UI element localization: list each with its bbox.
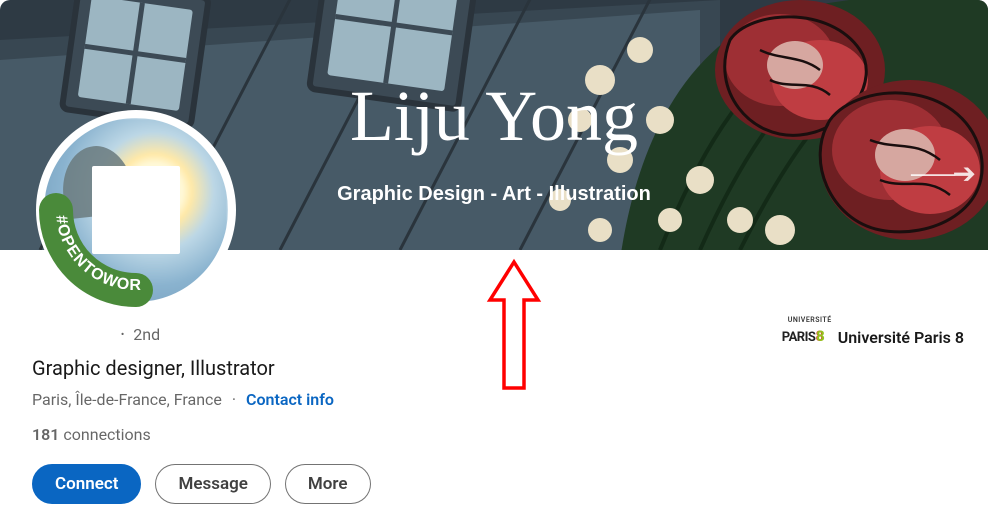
more-button[interactable]: More [285,464,371,504]
profile-card: Liju Yong Graphic Design - Art - Illustr… [0,0,988,519]
svg-text:Graphic Design - Art - Illustr: Graphic Design - Art - Illustration [337,183,651,205]
location-row: Paris, Île-de-France, France · Contact i… [32,390,371,409]
profile-location: Paris, Île-de-France, France [32,390,222,409]
education-logo-icon: UNIVERSITÉ PARIS88 [782,326,826,348]
profile-headline: Graphic designer, Illustrator [32,356,371,380]
name-row: · 2nd [32,322,371,346]
education-name: Université Paris 8 [838,328,964,347]
location-separator: · [232,390,236,409]
profile-name [32,323,112,345]
message-button[interactable]: Message [155,464,270,504]
banner-next-arrow-icon: ⸺➔ [910,152,972,192]
connections-count: 181 [32,425,59,444]
connection-degree: 2nd [133,325,160,344]
svg-text:Liju Yong: Liju Yong [350,76,638,156]
connections-row[interactable]: 181 connections [32,425,371,444]
degree-separator: · [120,322,125,346]
profile-left-column: · 2nd Graphic designer, Illustrator Pari… [32,322,371,504]
action-buttons: Connect Message More [32,464,371,504]
contact-info-link[interactable]: Contact info [246,390,334,409]
education-link[interactable]: UNIVERSITÉ PARIS88 Université Paris 8 [782,322,964,348]
connections-label: connections [63,425,150,444]
profile-avatar[interactable] [36,110,236,310]
profile-details: · 2nd Graphic designer, Illustrator Pari… [32,322,964,504]
connect-button[interactable]: Connect [32,464,141,504]
